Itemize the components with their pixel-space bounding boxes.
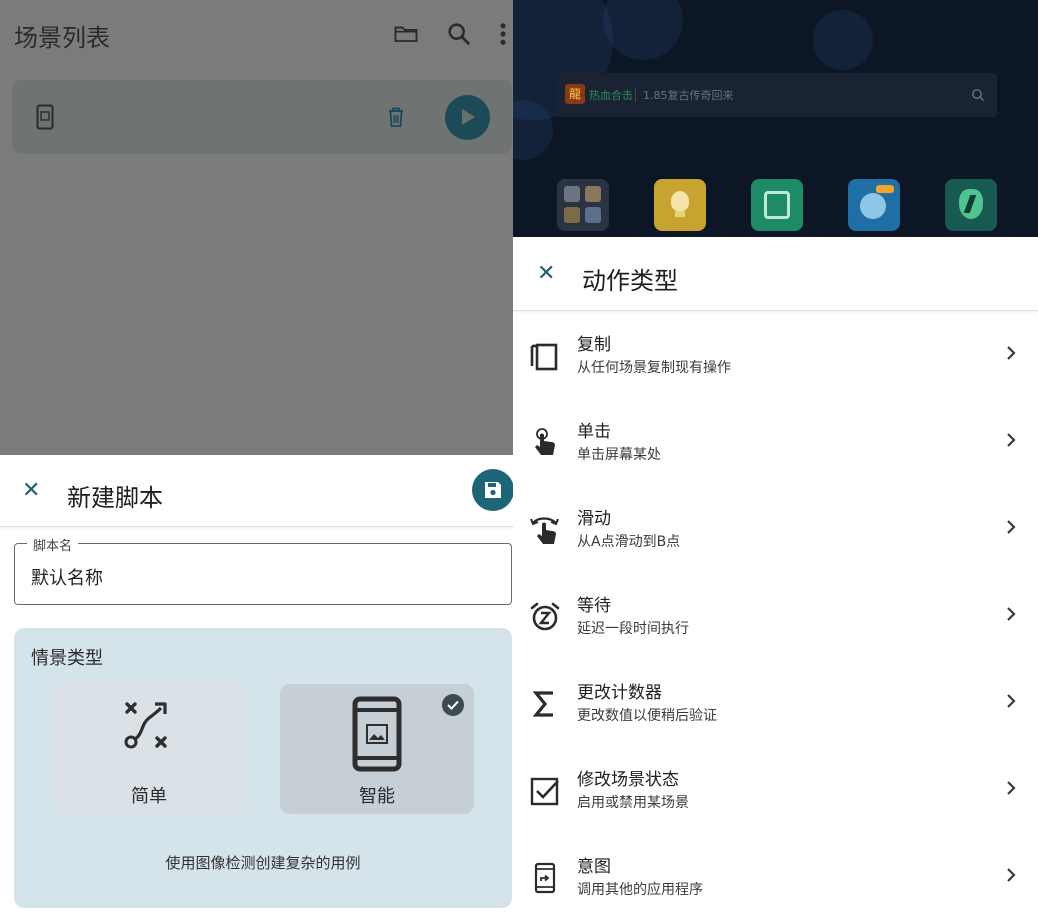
- chevron-right-icon: [1007, 433, 1016, 447]
- action-subtitle: 从A点滑动到B点: [577, 534, 681, 550]
- action-item-scene-state[interactable]: 修改场景状态 启用或禁用某场景: [513, 747, 1038, 834]
- scenario-type-box: 情景类型 简单 智能 使用图像检测创建复杂的用例: [14, 628, 512, 908]
- action-subtitle: 从任何场景复制现有操作: [577, 360, 731, 376]
- right-screen: 龍 热血合击 1.85复古传奇回来 ✕ 动作类型 复制 从任何场景复制现有操作 …: [513, 0, 1038, 918]
- action-subtitle: 单击屏幕某处: [577, 447, 661, 463]
- action-type-header: ✕ 动作类型: [513, 237, 1038, 311]
- chevron-right-icon: [1007, 694, 1016, 708]
- copy-icon: [530, 343, 558, 371]
- home-screen-background: 龍 热血合击 1.85复古传奇回来: [513, 0, 1038, 237]
- action-subtitle: 延迟一段时间执行: [577, 621, 689, 637]
- alarm-icon: [530, 602, 560, 631]
- action-item-wait[interactable]: 等待 延迟一段时间执行: [513, 573, 1038, 660]
- shield-app[interactable]: [945, 179, 997, 231]
- phone-icon: [36, 104, 54, 130]
- intent-phone-icon: [534, 862, 556, 894]
- game-logo-icon: 龍: [565, 84, 585, 104]
- bulb-app[interactable]: [654, 179, 706, 231]
- swipe-icon: [530, 517, 559, 544]
- play-button[interactable]: [445, 95, 490, 140]
- option-simple-label: 简单: [131, 786, 167, 807]
- search-icon[interactable]: [971, 88, 985, 102]
- save-button[interactable]: [472, 469, 513, 511]
- tap-icon: [535, 428, 555, 455]
- action-subtitle: 启用或禁用某场景: [577, 795, 689, 811]
- sigma-icon: [532, 691, 553, 717]
- action-title: 滑动: [577, 509, 611, 529]
- check-icon: [447, 700, 459, 710]
- trash-icon[interactable]: [386, 106, 406, 128]
- folder-icon[interactable]: [392, 20, 420, 48]
- action-item-swipe[interactable]: 滑动 从A点滑动到B点: [513, 486, 1038, 573]
- search-icon[interactable]: [445, 20, 473, 48]
- more-vert-icon[interactable]: [493, 20, 513, 48]
- action-title: 单击: [577, 422, 611, 442]
- fish-app[interactable]: [848, 179, 900, 231]
- scene-card[interactable]: [12, 80, 512, 154]
- recycle-app[interactable]: [751, 179, 803, 231]
- search-brand: 热血合击: [589, 89, 633, 102]
- action-title: 等待: [577, 596, 611, 616]
- phone-image-icon: [352, 696, 402, 772]
- left-screen: 场景列表 ✕ 新建脚本 脚本名 默认名称 情景类型 简单 智能 使用图像检测创建…: [0, 0, 513, 918]
- script-name-label: 脚本名: [27, 535, 79, 554]
- action-subtitle: 更改数值以便稍后验证: [577, 708, 717, 724]
- script-name-field[interactable]: 脚本名 默认名称: [14, 535, 512, 605]
- folder-app[interactable]: [557, 179, 609, 231]
- checkbox-icon: [530, 777, 559, 806]
- scenario-description: 使用图像检测创建复杂的用例: [165, 854, 361, 872]
- action-title: 修改场景状态: [577, 770, 679, 790]
- route-icon: [124, 702, 167, 749]
- action-title: 意图: [577, 857, 611, 877]
- chevron-right-icon: [1007, 868, 1016, 882]
- chevron-right-icon: [1007, 607, 1016, 621]
- option-smart-label: 智能: [359, 786, 395, 807]
- action-subtitle: 调用其他的应用程序: [577, 882, 703, 898]
- action-item-intent[interactable]: 意图 调用其他的应用程序: [513, 834, 1038, 918]
- close-button[interactable]: ✕: [22, 480, 40, 502]
- new-script-header: ✕ 新建脚本: [0, 455, 513, 527]
- option-smart[interactable]: 智能: [280, 684, 474, 814]
- chevron-right-icon: [1007, 781, 1016, 795]
- selected-check: [442, 694, 464, 716]
- script-name-value[interactable]: 默认名称: [31, 564, 103, 590]
- action-item-tap[interactable]: 单击 单击屏幕某处: [513, 399, 1038, 486]
- action-item-counter[interactable]: 更改计数器 更改数值以便稍后验证: [513, 660, 1038, 747]
- chevron-right-icon: [1007, 520, 1016, 534]
- action-title: 复制: [577, 335, 611, 355]
- save-icon: [485, 482, 501, 498]
- scenario-type-title: 情景类型: [31, 648, 103, 669]
- search-hint: 1.85复古传奇回来: [643, 89, 734, 102]
- action-title: 更改计数器: [577, 683, 662, 703]
- play-icon: [462, 109, 475, 125]
- close-button[interactable]: ✕: [537, 263, 555, 285]
- dialog-title: 新建脚本: [67, 484, 163, 512]
- dialog-title: 动作类型: [582, 267, 678, 295]
- home-search-bar[interactable]: 龍 热血合击 1.85复古传奇回来: [557, 73, 997, 117]
- option-simple[interactable]: 简单: [52, 684, 246, 814]
- chevron-right-icon: [1007, 346, 1016, 360]
- scene-list-dimmed: 场景列表: [0, 0, 513, 455]
- app-title: 场景列表: [14, 24, 110, 52]
- action-item-copy[interactable]: 复制 从任何场景复制现有操作: [513, 312, 1038, 399]
